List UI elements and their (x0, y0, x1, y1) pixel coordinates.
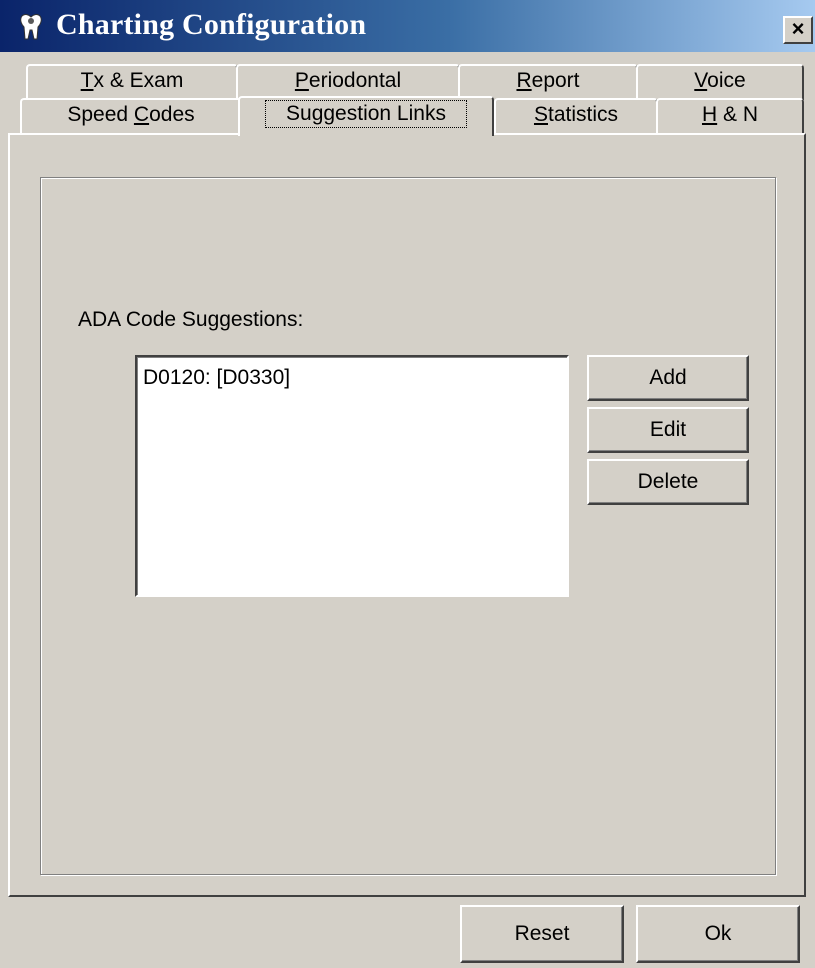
add-button[interactable]: Add (587, 355, 749, 401)
tab-speed-codes-accel: C (133, 103, 150, 126)
list-item[interactable]: D0120: [D0330] (137, 357, 567, 390)
tooth-app-icon (20, 13, 42, 40)
edit-button[interactable]: Edit (587, 407, 749, 453)
tab-voice[interactable]: Voice (636, 64, 804, 100)
tab-suggestion-links[interactable]: Suggestion Links (238, 96, 494, 136)
tab-h-n-accel: H (701, 103, 718, 126)
close-button[interactable]: × (783, 16, 813, 44)
title-bar: Charting Configuration × (0, 0, 815, 52)
tab-voice-accel: V (694, 69, 708, 92)
tab-suggestion-links-label: Suggestion Links (265, 100, 467, 128)
ok-button[interactable]: Ok (636, 905, 800, 963)
reset-button[interactable]: Reset (460, 905, 624, 963)
tab-speed-codes[interactable]: Speed Codes (20, 98, 242, 134)
tab-periodontal[interactable]: Periodontal (236, 64, 460, 100)
tab-h-n-label: & N (717, 103, 758, 126)
tab-speed-codes-label: Speed (67, 103, 134, 126)
tab-report-label: eport (531, 69, 580, 92)
tab-voice-label: oice (707, 69, 746, 92)
tab-statistics[interactable]: Statistics (494, 98, 658, 134)
tab-report[interactable]: Report (458, 64, 638, 100)
tab-statistics-label: tatistics (548, 103, 619, 126)
suggestions-listbox[interactable]: D0120: [D0330] (135, 355, 569, 597)
delete-button[interactable]: Delete (587, 459, 749, 505)
tab-h-n[interactable]: H & N (656, 98, 804, 134)
close-icon: × (791, 16, 805, 41)
ada-code-suggestions-label: ADA Code Suggestions: (78, 308, 304, 331)
tab-tx-exam-accel: T (80, 69, 94, 92)
tab-report-accel: R (516, 69, 532, 92)
window-title: Charting Configuration (56, 8, 367, 41)
tab-periodontal-label: eriodontal (308, 69, 402, 92)
tab-tx-exam-label: x & Exam (93, 69, 184, 92)
tab-speed-codes-label-rest: odes (149, 103, 195, 126)
tab-periodontal-accel: P (294, 69, 309, 92)
tab-statistics-accel: S (533, 103, 548, 126)
tab-tx-exam[interactable]: Tx & Exam (26, 64, 238, 100)
